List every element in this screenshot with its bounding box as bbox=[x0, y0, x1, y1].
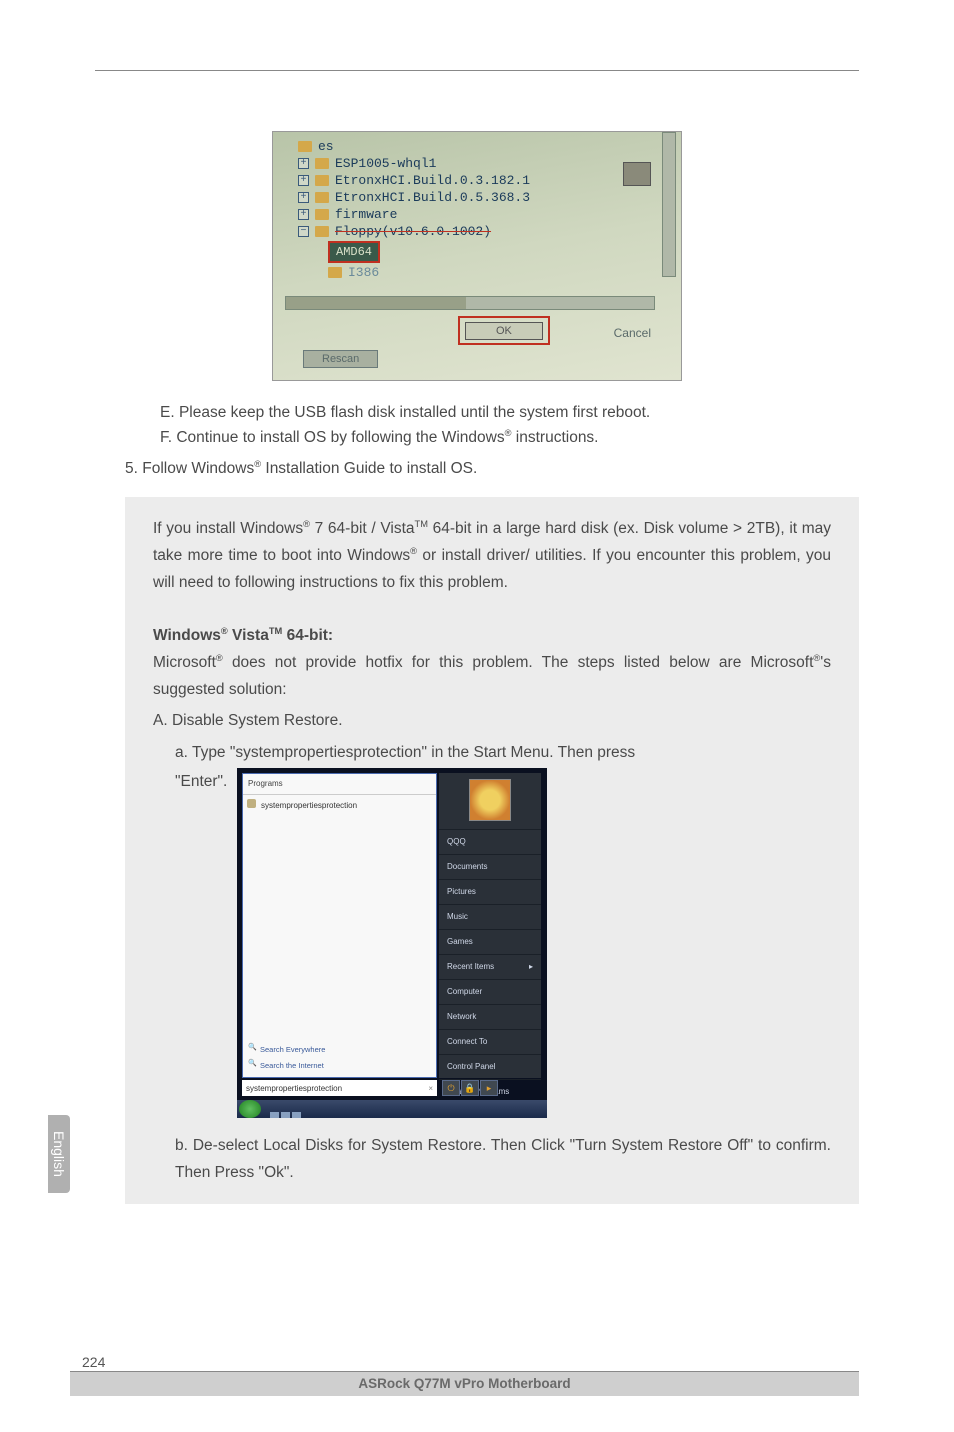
menu-item[interactable]: Music bbox=[439, 904, 541, 929]
menu-item[interactable]: Games bbox=[439, 929, 541, 954]
folder-icon bbox=[328, 267, 342, 278]
menu-item[interactable]: Network bbox=[439, 1004, 541, 1029]
cancel-button[interactable]: Cancel bbox=[614, 326, 651, 340]
step-b-sub: b. De-select Local Disks for System Rest… bbox=[175, 1132, 831, 1186]
program-result[interactable]: systempropertiesprotection bbox=[243, 795, 436, 817]
vertical-scrollbar[interactable] bbox=[662, 132, 676, 277]
footer-product-label: ASRock Q77M vPro Motherboard bbox=[70, 1372, 859, 1396]
folder-icon bbox=[315, 192, 329, 203]
step-A: A. Disable System Restore. bbox=[153, 707, 831, 734]
lock-button[interactable]: 🔒 bbox=[461, 1080, 479, 1096]
menu-item[interactable]: Connect To bbox=[439, 1029, 541, 1054]
collapse-icon[interactable]: − bbox=[298, 226, 309, 237]
folder-icon bbox=[298, 141, 312, 152]
step-f: F. Continue to install OS by following t… bbox=[160, 426, 859, 451]
rescan-button[interactable]: Rescan bbox=[303, 350, 378, 368]
menu-item[interactable]: QQQ bbox=[439, 829, 541, 854]
figure-start-menu: Programs systempropertiesprotection Sear… bbox=[237, 768, 547, 1118]
folder-icon bbox=[315, 158, 329, 169]
ok-button[interactable]: OK bbox=[465, 322, 543, 340]
note-box: If you install Windows® 7 64-bit / Vista… bbox=[125, 497, 859, 1204]
search-everywhere-link[interactable]: Search Everywhere bbox=[248, 1042, 325, 1057]
tree-item: EtronxHCI.Build.0.3.182.1 bbox=[335, 173, 530, 188]
folder-icon bbox=[315, 226, 329, 237]
tree-item: firmware bbox=[335, 207, 397, 222]
start-menu-right-pane: QQQ Documents Pictures Music Games Recen… bbox=[439, 773, 541, 1078]
note-paragraph-1: If you install Windows® 7 64-bit / Vista… bbox=[153, 515, 831, 596]
horizontal-scrollbar[interactable] bbox=[285, 296, 655, 310]
note-microsoft-line: Microsoft® does not provide hotfix for t… bbox=[153, 649, 831, 703]
shutdown-options-button[interactable]: ▸ bbox=[480, 1080, 498, 1096]
tree-item: es bbox=[318, 139, 334, 154]
note-subheading: Windows® VistaTM 64-bit: bbox=[153, 622, 831, 649]
menu-item[interactable]: Documents bbox=[439, 854, 541, 879]
clear-icon[interactable]: × bbox=[428, 1082, 433, 1094]
page-footer: 224 ASRock Q77M vPro Motherboard bbox=[70, 1354, 859, 1396]
step-a-sub: a. Type "systempropertiesprotection" in … bbox=[175, 739, 831, 766]
figure-folder-tree: es + ESP1005-whql1 + EtronxHCI.Build.0.3.1… bbox=[272, 131, 682, 381]
step-5: 5. Follow Windows® Installation Guide to… bbox=[125, 455, 859, 483]
menu-item[interactable]: Computer bbox=[439, 979, 541, 1004]
tree-item: EtronxHCI.Build.0.5.368.3 bbox=[335, 190, 530, 205]
quick-launch[interactable] bbox=[269, 1103, 309, 1115]
expand-icon[interactable]: + bbox=[298, 192, 309, 203]
programs-header: Programs bbox=[243, 774, 436, 795]
menu-item[interactable]: Pictures bbox=[439, 879, 541, 904]
start-search-input[interactable]: systempropertiesprotection× bbox=[242, 1080, 437, 1096]
expand-icon[interactable]: + bbox=[298, 158, 309, 169]
tree-item: Floppy(v10.6.0.1002) bbox=[335, 224, 491, 239]
menu-item[interactable]: Recent Items▸ bbox=[439, 954, 541, 979]
tree-item: I386 bbox=[348, 265, 379, 280]
start-button[interactable] bbox=[239, 1100, 261, 1118]
top-rule bbox=[95, 70, 859, 71]
enter-label: "Enter". bbox=[175, 768, 233, 795]
expand-icon[interactable]: + bbox=[298, 175, 309, 186]
start-menu-left-pane: Programs systempropertiesprotection Sear… bbox=[242, 773, 437, 1078]
folder-icon bbox=[315, 175, 329, 186]
folder-icon bbox=[315, 209, 329, 220]
user-avatar[interactable] bbox=[469, 779, 511, 821]
menu-item[interactable]: Control Panel bbox=[439, 1054, 541, 1079]
power-button[interactable]: ⏻ bbox=[442, 1080, 460, 1096]
selected-folder[interactable]: AMD64 bbox=[328, 241, 380, 263]
tree-item: ESP1005-whql1 bbox=[335, 156, 436, 171]
step-e: E. Please keep the USB flash disk instal… bbox=[160, 401, 859, 426]
search-internet-link[interactable]: Search the Internet bbox=[248, 1058, 325, 1073]
language-tab: English bbox=[48, 1115, 70, 1193]
page-number: 224 bbox=[82, 1354, 859, 1370]
taskbar bbox=[237, 1100, 547, 1118]
ok-highlight: OK bbox=[458, 316, 550, 345]
expand-icon[interactable]: + bbox=[298, 209, 309, 220]
